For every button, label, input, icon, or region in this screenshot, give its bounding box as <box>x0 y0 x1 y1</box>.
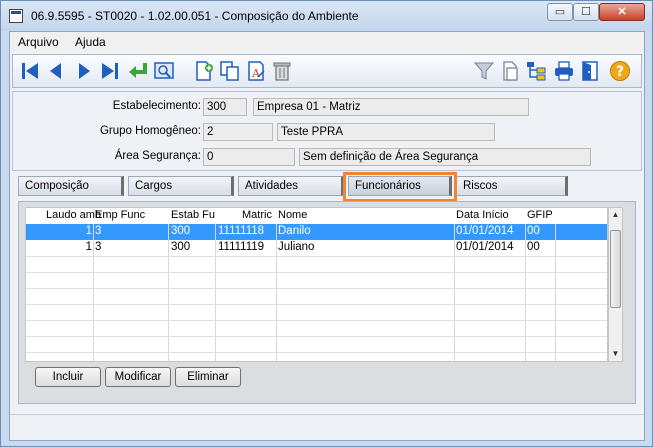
edit-text-icon[interactable]: A <box>245 60 267 82</box>
column-divider <box>168 224 169 361</box>
incluir-button[interactable]: Incluir <box>35 367 101 387</box>
column-divider <box>93 224 94 361</box>
cell-matric: 11111118 <box>218 225 265 237</box>
maximize-button[interactable]: ☐ <box>573 3 599 21</box>
tab-atividades[interactable]: Atividades <box>238 176 344 196</box>
scroll-thumb[interactable] <box>610 230 621 308</box>
column-divider <box>525 224 526 361</box>
estabelecimento-name-field: Empresa 01 - Matriz <box>253 98 529 116</box>
menu-ajuda[interactable]: Ajuda <box>75 35 106 49</box>
cell-estab-fu: 300 <box>171 241 191 253</box>
row-divider <box>26 336 607 337</box>
table-row[interactable]: 1 3 300 11111118 Danilo 01/01/2014 00 <box>26 224 607 240</box>
client-area: Arquivo Ajuda A ? Estabelecimento: 300 E… <box>9 31 645 441</box>
scroll-down-icon[interactable]: ▼ <box>609 347 622 361</box>
title-bar[interactable]: 06.9.5595 - ST0020 - 1.02.00.051 - Compo… <box>1 1 652 31</box>
row-divider <box>26 304 607 305</box>
svg-text:A: A <box>251 67 261 80</box>
tab-composicao[interactable]: Composição <box>18 176 124 196</box>
help-icon[interactable]: ? <box>609 60 631 82</box>
column-divider <box>555 224 556 361</box>
menu-bar: Arquivo Ajuda <box>10 32 644 52</box>
cell-nome: Juliano <box>278 241 315 253</box>
print-icon[interactable] <box>553 60 575 82</box>
tab-riscos[interactable]: Riscos <box>456 176 568 196</box>
column-emp-func[interactable]: Emp Func <box>95 209 145 221</box>
document-icon[interactable] <box>499 60 521 82</box>
column-nome[interactable]: Nome <box>278 209 307 221</box>
close-button[interactable]: ✕ <box>599 3 645 21</box>
cell-emp-func: 3 <box>95 241 102 253</box>
cell-emp-func: 3 <box>95 225 102 237</box>
exit-door-icon[interactable] <box>579 60 601 82</box>
column-divider <box>215 224 216 361</box>
cell-gfip: 00 <box>527 225 540 237</box>
scroll-up-icon[interactable]: ▲ <box>609 208 622 222</box>
eliminar-button[interactable]: Eliminar <box>175 367 241 387</box>
header-form: Estabelecimento: 300 Empresa 01 - Matriz… <box>12 91 642 171</box>
copy-icon[interactable] <box>219 60 241 82</box>
cell-matric: 11111119 <box>218 241 265 253</box>
column-gfip[interactable]: GFIP <box>527 209 553 221</box>
hierarchy-icon[interactable] <box>525 60 547 82</box>
row-divider <box>26 288 607 289</box>
grupo-homogeneo-name-field: Teste PPRA <box>277 123 495 141</box>
table-scrollbar[interactable]: ▲ ▼ <box>608 207 623 362</box>
active-tab-highlight <box>343 172 457 202</box>
tab-cargos[interactable]: Cargos <box>128 176 234 196</box>
window-title: 06.9.5595 - ST0020 - 1.02.00.051 - Compo… <box>31 9 359 23</box>
delete-icon[interactable] <box>271 60 293 82</box>
cell-gfip: 00 <box>527 241 540 253</box>
cell-estab-fu: 300 <box>171 225 191 237</box>
row-divider <box>26 352 607 353</box>
zoom-icon[interactable] <box>153 60 175 82</box>
column-divider <box>276 224 277 361</box>
cell-laudo-amb: 1 <box>85 225 92 237</box>
estabelecimento-label: Estabelecimento: <box>112 100 201 112</box>
filter-icon[interactable] <box>473 60 495 82</box>
app-icon <box>9 9 23 23</box>
modificar-button[interactable]: Modificar <box>105 367 171 387</box>
column-divider <box>454 224 455 361</box>
toolbar: A ? <box>12 54 642 88</box>
column-data-inicio[interactable]: Data Início <box>456 209 509 221</box>
area-seguranca-name-field: Sem definição de Área Segurança <box>299 148 591 166</box>
tab-bar: Composição Cargos Atividades Funcionário… <box>10 172 644 202</box>
first-record-icon[interactable] <box>19 60 41 82</box>
row-divider <box>26 272 607 273</box>
column-matric[interactable]: Matric <box>242 209 272 221</box>
minimize-button[interactable]: ▭ <box>547 3 573 21</box>
row-divider <box>26 256 607 257</box>
row-divider <box>26 320 607 321</box>
cell-nome: Danilo <box>278 225 311 237</box>
menu-arquivo[interactable]: Arquivo <box>18 35 59 49</box>
next-record-icon[interactable] <box>73 60 95 82</box>
cell-data-inicio: 01/01/2014 <box>456 241 514 253</box>
help-glyph: ? <box>616 64 624 80</box>
employees-table: Laudo amb Emp Func Estab Fu Matric Nome … <box>25 207 608 362</box>
application-window: 06.9.5595 - ST0020 - 1.02.00.051 - Compo… <box>0 0 653 447</box>
status-bar <box>10 414 644 438</box>
last-record-icon[interactable] <box>99 60 121 82</box>
cell-laudo-amb: 1 <box>85 241 92 253</box>
previous-record-icon[interactable] <box>45 60 67 82</box>
grupo-homogeneo-code-field[interactable]: 2 <box>203 123 273 141</box>
column-laudo-amb[interactable]: Laudo amb <box>46 209 101 221</box>
table-row[interactable]: 1 3 300 11111119 Juliano 01/01/2014 00 <box>26 240 607 256</box>
area-seguranca-label: Área Segurança: <box>114 150 201 162</box>
new-document-icon[interactable] <box>193 60 215 82</box>
return-icon[interactable] <box>127 60 149 82</box>
area-seguranca-code-field[interactable]: 0 <box>203 148 295 166</box>
grupo-homogeneo-label: Grupo Homogêneo: <box>99 125 201 137</box>
table-header: Laudo amb Emp Func Estab Fu Matric Nome … <box>26 208 607 224</box>
column-estab-fu[interactable]: Estab Fu <box>171 209 215 221</box>
cell-data-inicio: 01/01/2014 <box>456 225 514 237</box>
estabelecimento-code-field[interactable]: 300 <box>203 98 247 116</box>
